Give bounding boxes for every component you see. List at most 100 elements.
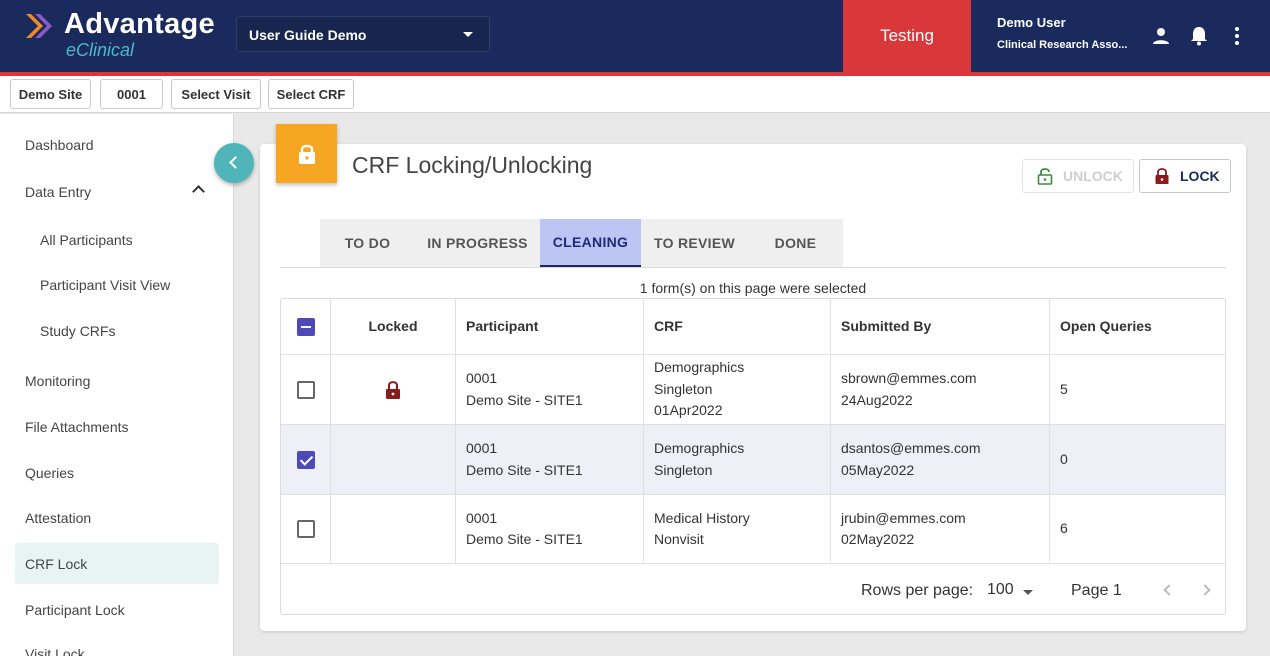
chevron-up-icon — [192, 185, 205, 198]
crf-name: Demographics — [654, 359, 745, 376]
sidebar-item-queries[interactable]: Queries — [15, 452, 219, 493]
tab-in-progress[interactable]: IN PROGRESS — [415, 219, 540, 267]
locked-cell — [331, 495, 456, 563]
select-all-checkbox[interactable] — [296, 317, 315, 336]
select-visit-button[interactable]: Select Visit — [171, 79, 261, 109]
crf-type: Nonvisit — [654, 531, 704, 547]
participant-id: 0001 — [466, 370, 498, 386]
previous-page-icon[interactable] — [1163, 584, 1175, 596]
sidebar-item-attestation[interactable]: Attestation — [15, 497, 219, 538]
column-header-participant[interactable]: Participant — [456, 299, 644, 354]
crf-date: 01Apr2022 — [654, 402, 723, 419]
page-icon — [276, 124, 337, 183]
column-header-crf[interactable]: CRF — [644, 299, 831, 354]
context-bar: Demo Site 0001 Select Visit Select CRF — [0, 76, 1270, 113]
status-tabs: TO DO IN PROGRESS CLEANING TO REVIEW DON… — [320, 219, 843, 267]
submitted-by-cell: dsantos@emmes.com 05May2022 — [831, 425, 1050, 494]
study-select-value: User Guide Demo — [249, 27, 367, 43]
table-row[interactable]: 0001 Demo Site - SITE1 Demographics Sing… — [281, 425, 1225, 495]
crf-name: Medical History — [654, 509, 750, 526]
sidebar-item-participant-lock[interactable]: Participant Lock — [15, 589, 219, 630]
sidebar-item-file-attachments[interactable]: File Attachments — [15, 406, 219, 447]
submitted-by-cell: sbrown@emmes.com 24Aug2022 — [831, 355, 1050, 424]
column-header-submitted-by[interactable]: Submitted By — [831, 299, 1050, 354]
submitted-by-email: jrubin@emmes.com — [841, 509, 966, 526]
sidebar-item-participant-visit-view[interactable]: Participant Visit View — [15, 264, 219, 305]
rows-per-page-label: Rows per page: — [861, 582, 974, 599]
lock-icon — [1155, 168, 1169, 184]
sidebar-item-label: Participant Visit View — [40, 276, 171, 293]
locked-cell — [331, 355, 456, 424]
user-name: Demo User — [997, 15, 1066, 30]
environment-badge: Testing — [843, 0, 971, 72]
participant-cell: 0001 Demo Site - SITE1 — [456, 355, 644, 424]
sidebar-collapse-button[interactable] — [214, 143, 254, 183]
bell-icon[interactable] — [1187, 24, 1211, 48]
logo-chevron-icon — [26, 14, 52, 38]
column-header-open-queries[interactable]: Open Queries — [1050, 299, 1225, 354]
chevron-down-icon — [463, 32, 473, 37]
open-queries-count: 6 — [1060, 520, 1068, 537]
user-role: Clinical Research Asso... — [997, 39, 1128, 51]
column-header-locked[interactable]: Locked — [331, 299, 456, 354]
locked-cell — [331, 425, 456, 494]
lock-button[interactable]: LOCK — [1139, 159, 1231, 193]
tab-to-do[interactable]: TO DO — [320, 219, 415, 267]
sidebar-item-label: Queries — [25, 464, 75, 481]
participant-site: Demo Site - SITE1 — [466, 391, 583, 408]
crf-cell: Demographics Singleton 01Apr2022 — [644, 355, 831, 424]
participant-cell: 0001 Demo Site - SITE1 — [456, 495, 644, 563]
participant-button[interactable]: 0001 — [100, 79, 163, 109]
tab-to-review[interactable]: TO REVIEW — [641, 219, 748, 267]
table-row[interactable]: 0001 Demo Site - SITE1 Demographics Sing… — [281, 355, 1225, 425]
sidebar-item-monitoring[interactable]: Monitoring — [15, 360, 219, 401]
crf-table: Locked Participant CRF Submitted By Open… — [280, 298, 1226, 615]
submitted-date: 05May2022 — [841, 461, 915, 478]
select-crf-button[interactable]: Select CRF — [268, 79, 354, 109]
sidebar-item-label: Monitoring — [25, 372, 91, 389]
open-queries-cell: 0 — [1050, 425, 1225, 494]
unlock-button[interactable]: UNLOCK — [1022, 159, 1134, 193]
sidebar-item-dashboard[interactable]: Dashboard — [15, 124, 219, 165]
submitted-by-email: sbrown@emmes.com — [841, 370, 977, 386]
participant-site: Demo Site - SITE1 — [466, 461, 583, 478]
participant-id: 0001 — [466, 509, 498, 526]
sidebar-item-visit-lock[interactable]: Visit Lock — [15, 633, 219, 656]
crf-name: Demographics — [654, 440, 745, 456]
row-checkbox[interactable] — [296, 380, 315, 399]
sidebar: Dashboard Data Entry All Participants Pa… — [0, 114, 234, 656]
sidebar-item-label: Attestation — [25, 509, 92, 526]
table-header-row: Locked Participant CRF Submitted By Open… — [281, 299, 1225, 355]
crf-type: Singleton — [654, 461, 713, 478]
open-queries-count: 0 — [1060, 450, 1068, 467]
sidebar-item-label: Study CRFs — [40, 322, 116, 339]
submitted-by-cell: jrubin@emmes.com 02May2022 — [831, 495, 1050, 563]
row-checkbox[interactable] — [296, 450, 315, 469]
row-select-cell — [281, 495, 331, 563]
row-checkbox[interactable] — [296, 520, 315, 538]
crf-type: Singleton — [654, 380, 713, 397]
row-select-cell — [281, 425, 331, 494]
tab-cleaning[interactable]: CLEANING — [540, 219, 641, 267]
table-pagination: Rows per page: 100 Page 1 — [281, 564, 1225, 614]
more-vertical-icon[interactable] — [1225, 24, 1249, 48]
sidebar-item-study-crfs[interactable]: Study CRFs — [15, 310, 219, 351]
sidebar-item-label: CRF Lock — [25, 555, 88, 572]
sidebar-item-data-entry[interactable]: Data Entry — [15, 171, 219, 212]
person-icon[interactable] — [1149, 24, 1173, 48]
study-select[interactable]: User Guide Demo — [236, 16, 490, 52]
participant-site: Demo Site - SITE1 — [466, 531, 583, 547]
sidebar-item-crf-lock[interactable]: CRF Lock — [15, 543, 219, 584]
unlock-button-label: UNLOCK — [1063, 168, 1123, 184]
selection-info: 1 form(s) on this page were selected — [639, 280, 867, 296]
locked-status-icon — [386, 380, 400, 399]
site-button[interactable]: Demo Site — [10, 79, 91, 109]
open-queries-count: 5 — [1060, 380, 1068, 397]
next-page-icon[interactable] — [1199, 584, 1211, 596]
lock-button-label: LOCK — [1180, 168, 1220, 184]
table-row[interactable]: 0001 Demo Site - SITE1 Medical History N… — [281, 495, 1225, 564]
app-logo[interactable]: Advantage eClinical — [24, 8, 224, 64]
open-queries-cell: 6 — [1050, 495, 1225, 563]
sidebar-item-all-participants[interactable]: All Participants — [15, 219, 219, 260]
tab-done[interactable]: DONE — [748, 219, 843, 267]
